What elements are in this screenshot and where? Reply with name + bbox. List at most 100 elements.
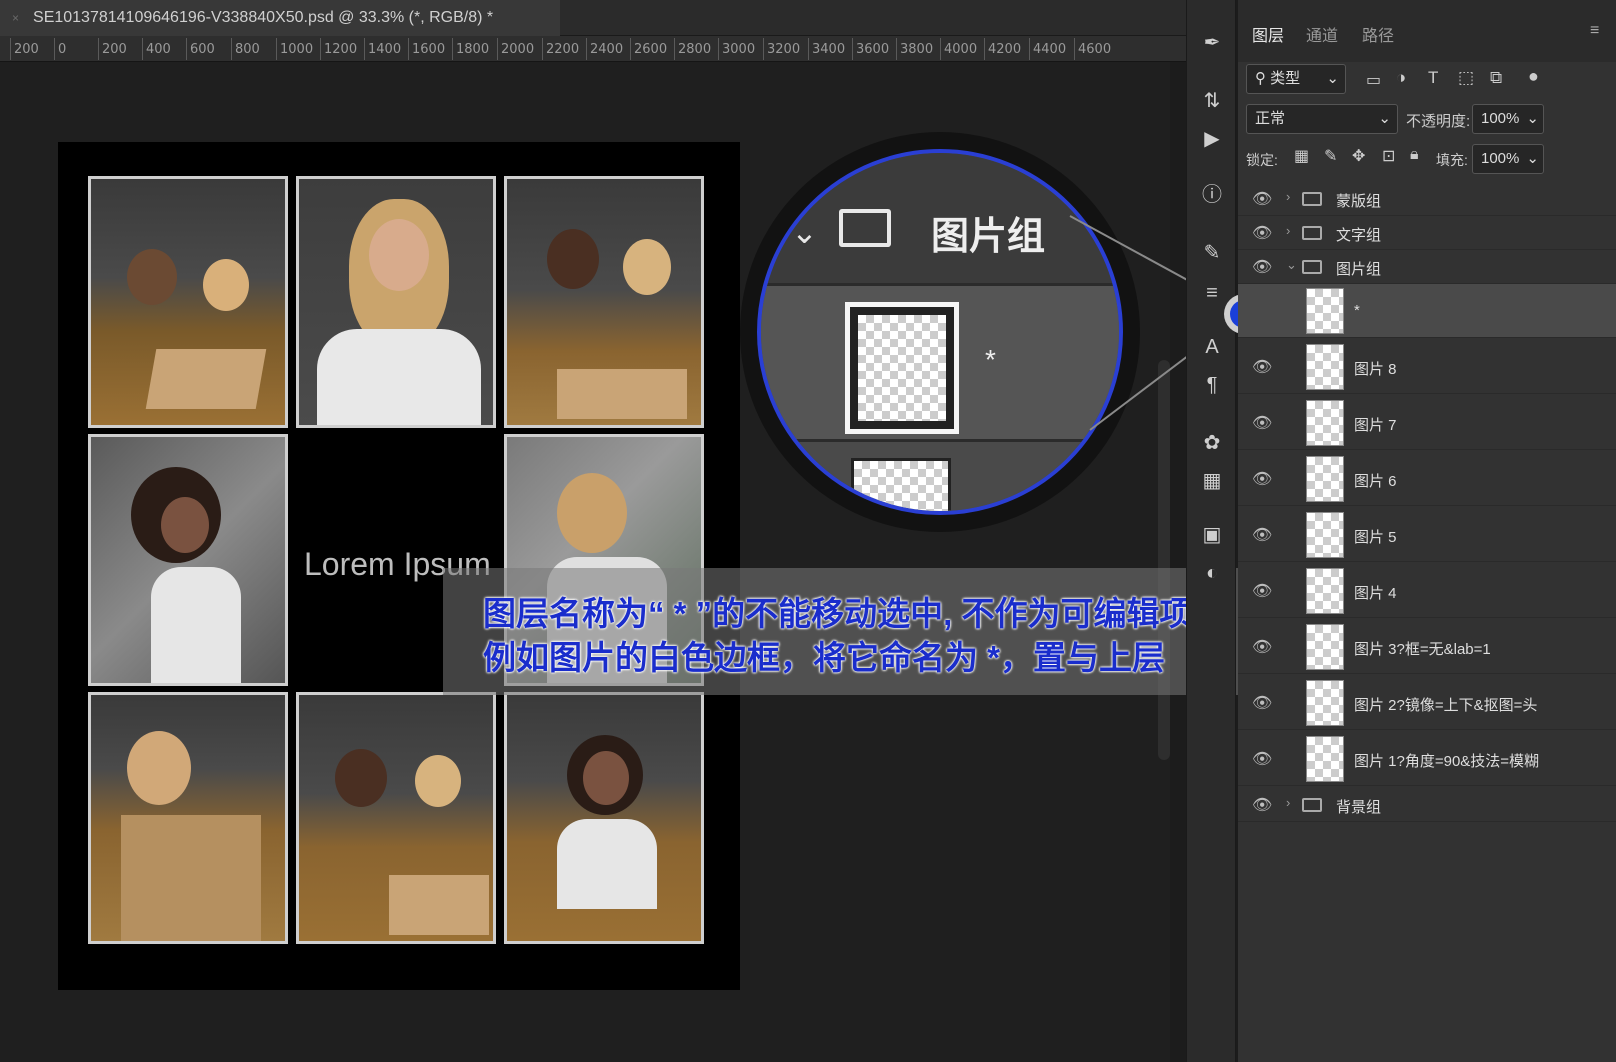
brush-icon[interactable]: ✎ [1199, 240, 1225, 266]
ruler-tick-label: 1400 [368, 42, 402, 57]
chevron-right-icon[interactable]: › [1286, 189, 1290, 204]
smart-object-filter-icon[interactable]: ⧉ [1490, 68, 1502, 88]
lock-label: 锁定: [1246, 152, 1278, 168]
opacity-label: 不透明度: [1406, 113, 1471, 130]
folder-icon [839, 209, 891, 247]
layer-row[interactable]: 👁︎ 图片 5 [1238, 508, 1616, 562]
layer-row[interactable]: 👁︎ 图片 1?角度=90&技法=模糊 [1238, 732, 1616, 786]
layer-thumbnail [1306, 512, 1344, 558]
tool-strip: ✒ ⇅ ▶ ⓘ ✎ ≡ A ¶ ✿ ▦ ▣ ◐ [1186, 0, 1236, 1062]
document-tab[interactable]: × SE10137814109646196-V338840X50.psd @ 3… [0, 0, 560, 36]
history-icon[interactable]: ⇅ [1199, 88, 1225, 114]
document-title: SE10137814109646196-V338840X50.psd @ 33.… [33, 9, 494, 26]
photo-frame-1[interactable] [88, 176, 288, 428]
layer-group-row[interactable]: 👁︎ › 背景组 [1238, 788, 1616, 822]
layer-name: 图片组 [1336, 261, 1382, 278]
ruler-tick-line [364, 38, 365, 60]
adjust-icon[interactable]: ≡ [1199, 280, 1225, 306]
layer-group-row[interactable]: 👁︎ › 蒙版组 [1238, 182, 1616, 216]
magnified-thumbnail [851, 458, 951, 511]
layer-row[interactable]: 👁︎ 图片 7 [1238, 396, 1616, 450]
shape-filter-icon[interactable]: ⬚ [1458, 68, 1474, 88]
photo-frame-2[interactable] [296, 176, 496, 428]
photo-frame-3[interactable] [504, 176, 704, 428]
ruler-tick-label: 1600 [412, 42, 446, 57]
eye-icon[interactable]: 👁︎ [1252, 257, 1272, 277]
document-canvas[interactable]: Lorem Ipsum [58, 142, 740, 990]
ruler-tick-label: 2200 [546, 42, 580, 57]
folder-icon [1302, 226, 1322, 240]
paragraph-icon[interactable]: ¶ [1199, 372, 1225, 398]
photo-frame-7[interactable] [296, 692, 496, 944]
adjustment-filter-icon[interactable]: ◑ [1396, 68, 1406, 88]
eye-icon[interactable]: 👁︎ [1252, 693, 1272, 713]
panel-menu-icon[interactable]: ≡ [1590, 22, 1599, 40]
pen-tool-icon[interactable]: ✒ [1199, 30, 1225, 56]
eye-icon[interactable]: 👁︎ [1252, 749, 1272, 769]
layer-thumbnail [1306, 400, 1344, 446]
info-icon[interactable]: ⓘ [1199, 182, 1225, 208]
ruler-tick-label: 2800 [678, 42, 712, 57]
lock-all-icon[interactable]: 🔒︎ [1410, 146, 1419, 164]
layer-row[interactable]: 👁︎ 图片 3?框=无&lab=1 [1238, 620, 1616, 674]
eye-icon[interactable]: 👁︎ [1252, 413, 1272, 433]
layer-thumbnail [1306, 344, 1344, 390]
eye-icon[interactable]: 👁︎ [1252, 795, 1272, 815]
photo-frame-8[interactable] [504, 692, 704, 944]
layer-group-row[interactable]: 👁︎ › 文字组 [1238, 216, 1616, 250]
layer-group-row[interactable]: 👁︎ ⌄ 图片组 [1238, 250, 1616, 284]
eye-icon[interactable]: 👁︎ [1252, 223, 1272, 243]
ruler-tick-label: 4000 [944, 42, 978, 57]
layer-row[interactable]: * [1238, 284, 1616, 338]
type-icon[interactable]: A [1199, 334, 1225, 360]
layer-row[interactable]: 👁︎ 图片 6 [1238, 452, 1616, 506]
lock-artboard-icon[interactable]: ⊡ [1382, 146, 1395, 166]
tab-paths[interactable]: 路径 [1362, 22, 1394, 46]
ruler-tick-line [186, 38, 187, 60]
eye-icon[interactable]: 👁︎ [1252, 637, 1272, 657]
ruler-tick-line [142, 38, 143, 60]
gradient-icon[interactable]: ◐ [1199, 560, 1225, 586]
blend-mode-select[interactable]: 正常 ⌄ [1246, 104, 1398, 134]
play-icon[interactable]: ▶ [1199, 126, 1225, 152]
photo-frame-4[interactable] [88, 434, 288, 686]
chevron-down-icon[interactable]: ⌄ [1286, 257, 1297, 273]
fill-label: 填充: [1436, 152, 1468, 168]
ruler-tick-label: 800 [235, 42, 260, 57]
eye-icon[interactable]: 👁︎ [1252, 581, 1272, 601]
palette-icon[interactable]: ✿ [1199, 430, 1225, 456]
chevron-right-icon[interactable]: › [1286, 795, 1290, 810]
tab-channels[interactable]: 通道 [1306, 22, 1338, 46]
photo-frame-6[interactable] [88, 692, 288, 944]
layer-row[interactable]: 👁︎ 图片 2?镜像=上下&抠图=头 [1238, 676, 1616, 730]
table-icon[interactable]: ▦ [1199, 468, 1225, 494]
chevron-down-icon: ⌄ [1326, 70, 1339, 87]
annotation-line-2: 例如图片的白色边框，将它命名为 *，置与上层 [483, 639, 1166, 676]
eye-icon[interactable]: 👁︎ [1252, 357, 1272, 377]
lock-transparent-icon[interactable]: ▦ [1294, 146, 1309, 166]
ruler-tick-label: 2000 [501, 42, 535, 57]
ruler-tick-line [852, 38, 853, 60]
tab-layers[interactable]: 图层 [1252, 22, 1284, 46]
fill-input[interactable]: 100% ⌄ [1472, 144, 1544, 174]
close-tab-icon[interactable]: × [12, 11, 19, 25]
folder-icon [1302, 260, 1322, 274]
eye-icon[interactable]: 👁︎ [1252, 189, 1272, 209]
lock-position-icon[interactable]: ✥ [1352, 146, 1365, 166]
chevron-right-icon[interactable]: › [1286, 223, 1290, 238]
lock-pixels-icon[interactable]: ✎ [1324, 146, 1337, 166]
layer-name: 文字组 [1336, 227, 1382, 244]
image-filter-icon[interactable]: ▭ [1366, 70, 1381, 90]
type-filter-icon[interactable]: T [1428, 68, 1438, 88]
layer-thumbnail [1306, 680, 1344, 726]
layer-row[interactable]: 👁︎ 图片 8 [1238, 340, 1616, 394]
eye-icon[interactable]: 👁︎ [1252, 525, 1272, 545]
filter-toggle-icon[interactable]: ● [1528, 66, 1539, 87]
filter-kind-select[interactable]: ⚲ 类型 ⌄ [1246, 64, 1346, 94]
frame-icon[interactable]: ▣ [1199, 522, 1225, 548]
eye-icon[interactable]: 👁︎ [1252, 469, 1272, 489]
layer-thumbnail [1306, 568, 1344, 614]
layer-row[interactable]: 👁︎ 图片 4 [1238, 564, 1616, 618]
ruler-tick-line [497, 38, 498, 60]
opacity-input[interactable]: 100% ⌄ [1472, 104, 1544, 134]
